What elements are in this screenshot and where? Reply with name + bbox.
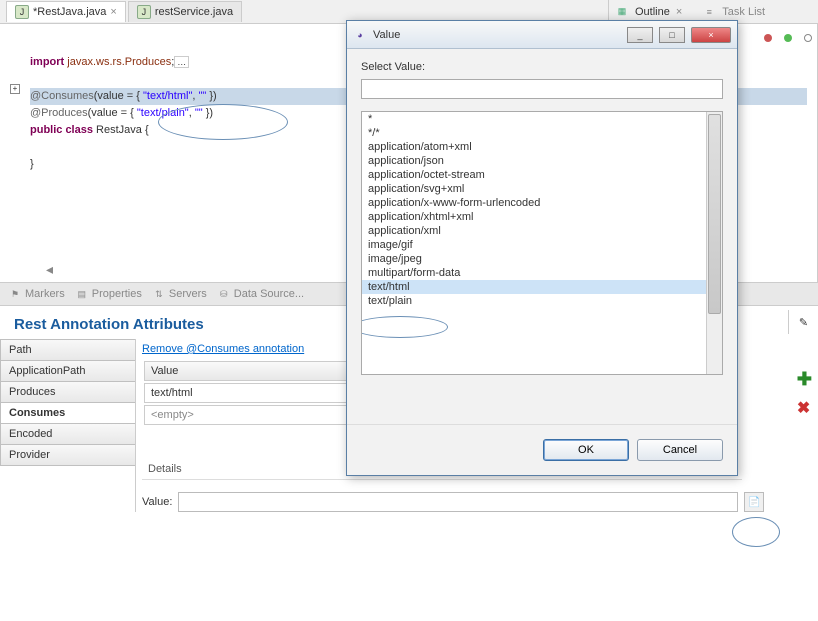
side-tab-provider[interactable]: Provider [0,444,135,466]
eclipse-icon: ◕ [353,28,367,42]
list-item[interactable]: application/x-www-form-urlencoded [362,196,722,210]
list-item[interactable]: text/html [362,280,722,294]
tab-close-icon[interactable]: × [676,6,682,18]
value-dialog: ◕ Value _ □ × Select Value: **/*applicat… [346,20,738,476]
tasklist-tab[interactable]: Task List [722,6,765,18]
hand-drawn-ellipse [732,517,780,547]
dock-properties[interactable]: ▤Properties [75,287,142,301]
datasource-icon: ⛁ [217,287,231,301]
side-tab-encoded[interactable]: Encoded [0,423,135,445]
maximize-button[interactable]: □ [659,27,685,43]
value-label: Value: [142,496,172,508]
dot-icon [784,34,792,42]
dock-datasource[interactable]: ⛁Data Source... [217,287,304,301]
list-item[interactable]: application/json [362,154,722,168]
list-item[interactable]: * [362,112,722,126]
scrollbar-thumb[interactable] [708,114,721,314]
edit-annotation-icon[interactable]: ✎ [788,310,818,334]
close-button[interactable]: × [691,27,731,43]
dock-servers[interactable]: ⇅Servers [152,287,207,301]
dialog-titlebar[interactable]: ◕ Value _ □ × [347,21,737,49]
value-input[interactable] [178,492,738,512]
list-item[interactable]: application/xhtml+xml [362,210,722,224]
side-tab-applicationpath[interactable]: ApplicationPath [0,360,135,382]
list-item[interactable]: */* [362,126,722,140]
remove-icon[interactable]: ✖ [797,398,812,418]
list-item[interactable]: multipart/form-data [362,266,722,280]
servers-icon: ⇅ [152,287,166,301]
tab-label: restService.java [155,6,233,18]
ok-button[interactable]: OK [543,439,629,461]
side-tabs: Path ApplicationPath Produces Consumes E… [0,339,135,512]
dialog-title: Value [373,29,400,41]
list-item[interactable]: application/xml [362,224,722,238]
properties-icon: ▤ [75,287,89,301]
side-tab-consumes[interactable]: Consumes [0,402,135,424]
list-item[interactable]: application/atom+xml [362,140,722,154]
dot-icon [764,34,772,42]
dock-markers[interactable]: ⚑Markers [8,287,65,301]
scrollbar[interactable] [706,112,722,374]
remove-annotation-link[interactable]: Remove @Consumes annotation [136,339,310,359]
dot-icon [804,34,812,42]
tab-label: *RestJava.java [33,6,106,18]
outline-tab[interactable]: Outline [635,6,670,18]
filter-input[interactable] [361,79,723,99]
outline-icon: ▦ [615,5,629,19]
value-list[interactable]: **/*application/atom+xmlapplication/json… [361,111,723,375]
editor-tab-restjava[interactable]: J *RestJava.java × [6,1,126,22]
fold-toggle-icon[interactable]: + [10,84,20,94]
outline-toolbar [764,34,812,42]
tasklist-icon: ≡ [702,5,716,19]
list-item[interactable]: application/octet-stream [362,168,722,182]
java-file-icon: J [15,5,29,19]
browse-value-button[interactable]: 📄 [744,492,764,512]
select-value-label: Select Value: [361,61,723,73]
hand-drawn-ellipse [361,316,448,338]
minimize-button[interactable]: _ [627,27,653,43]
list-item[interactable]: text/plain [362,294,722,308]
list-item[interactable]: image/jpeg [362,252,722,266]
editor-tab-restservice[interactable]: J restService.java [128,1,242,22]
scroll-left-icon[interactable]: ◂ [46,261,53,278]
list-item[interactable]: image/gif [362,238,722,252]
add-icon[interactable]: ✚ [797,369,812,390]
tab-close-icon[interactable]: × [110,6,116,18]
list-item[interactable]: application/svg+xml [362,182,722,196]
side-tab-path[interactable]: Path [0,339,135,361]
cancel-button[interactable]: Cancel [637,439,723,461]
side-tab-produces[interactable]: Produces [0,381,135,403]
markers-icon: ⚑ [8,287,22,301]
java-file-icon: J [137,5,151,19]
